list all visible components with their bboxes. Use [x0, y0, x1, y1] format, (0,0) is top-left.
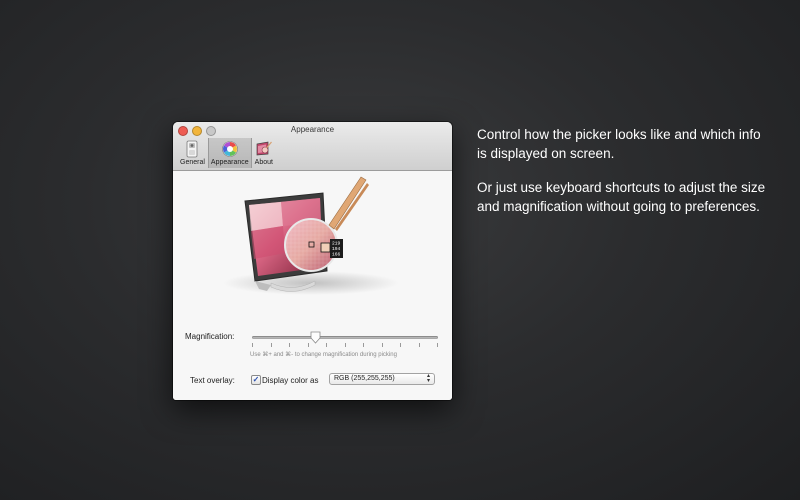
feature-description: Control how the picker looks like and wh…	[477, 125, 767, 231]
slider-track[interactable]	[252, 336, 438, 339]
slider-tick	[418, 343, 420, 347]
general-switch-icon	[187, 140, 198, 158]
picker-app-icon	[256, 141, 272, 156]
checkmark-icon: ✓	[252, 375, 260, 384]
magnifier-illustration: 219 194 166	[223, 176, 399, 295]
readout-blue-value: 166	[332, 252, 341, 258]
color-format-value: RGB (255,255,255)	[334, 375, 395, 382]
readout-green-value: 194	[332, 246, 341, 252]
title-bar[interactable]: Appearance General Appearance About	[173, 122, 452, 171]
select-arrows-icon: ▴ ▾	[426, 373, 430, 384]
slider-ticks	[252, 343, 438, 347]
display-color-checkbox[interactable]: ✓	[251, 375, 261, 385]
preferences-window: Appearance General Appearance About 219 …	[173, 122, 452, 400]
description-paragraph-2: Or just use keyboard shortcuts to adjust…	[477, 180, 766, 214]
slider-tick	[270, 343, 272, 347]
magnification-label: Magnification:	[185, 332, 235, 341]
slider-tick	[252, 343, 253, 347]
slider-tick	[344, 343, 346, 347]
description-paragraph-1: Control how the picker looks like and wh…	[477, 127, 761, 161]
tab-appearance-label: Appearance	[210, 159, 249, 166]
tab-about[interactable]: About	[252, 138, 276, 168]
tab-general[interactable]: General	[177, 138, 208, 168]
color-wheel-icon	[221, 141, 238, 157]
slider-tick	[289, 343, 290, 347]
tab-general-label: General	[180, 159, 205, 166]
slider-tick	[381, 343, 383, 347]
display-color-label[interactable]: Display color as	[262, 376, 318, 385]
appearance-pane: 219 194 166 Magnification: Use ⌘+ and ⌘-…	[173, 171, 452, 400]
magnification-hint: Use ⌘+ and ⌘- to change magnification du…	[250, 352, 397, 358]
slider-tick	[307, 343, 309, 347]
slider-tick	[326, 343, 327, 347]
text-overlay-label: Text overlay:	[190, 376, 235, 385]
preferences-toolbar: General Appearance About	[177, 138, 276, 168]
window-title: Appearance	[290, 125, 335, 134]
readout-red-value: 219	[332, 241, 341, 247]
slider-tick	[400, 343, 401, 347]
tab-about-label: About	[254, 159, 273, 166]
tab-appearance[interactable]: Appearance	[207, 138, 252, 168]
slider-tick	[437, 343, 438, 347]
slider-tick	[363, 343, 364, 347]
color-format-select[interactable]: RGB (255,255,255) ▴ ▾	[329, 373, 435, 385]
